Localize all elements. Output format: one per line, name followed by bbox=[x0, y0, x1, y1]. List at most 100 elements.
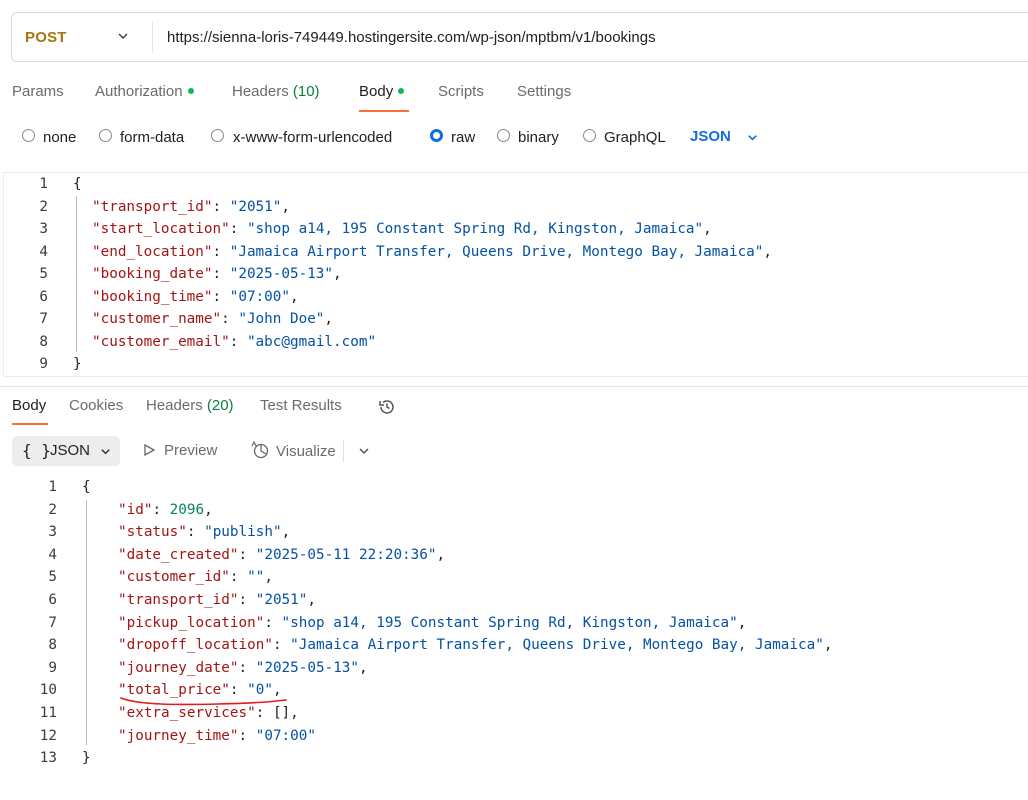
json-value: "2025-05-11 22:20:36" bbox=[255, 546, 437, 563]
response-tab-test-results[interactable]: Test Results bbox=[260, 397, 342, 414]
preview-button[interactable]: Preview bbox=[142, 442, 217, 459]
url-input[interactable]: https://sienna-loris-749449.hostingersit… bbox=[167, 29, 656, 46]
radio-form-data[interactable] bbox=[99, 129, 112, 142]
tab-count: (10) bbox=[292, 83, 320, 100]
tab-label: Body bbox=[359, 83, 394, 100]
url-bar: POST https://sienna-loris-749449.hosting… bbox=[11, 12, 1028, 62]
radio-label-graphql: GraphQL bbox=[604, 129, 666, 146]
line-number: 11 bbox=[39, 705, 57, 721]
json-key: "transport_id" bbox=[118, 592, 239, 608]
chevron-down-icon[interactable] bbox=[116, 29, 130, 43]
radio-none[interactable] bbox=[22, 129, 35, 142]
tab-label: Params bbox=[12, 83, 64, 100]
json-value: "2025-05-13" bbox=[255, 659, 360, 676]
history-icon[interactable] bbox=[376, 396, 398, 418]
code-line: "end_location": "Jamaica Airport Transfe… bbox=[92, 243, 773, 260]
tab-label: Headers bbox=[146, 397, 203, 414]
line-number: 1 bbox=[39, 176, 48, 192]
line-number: 6 bbox=[39, 288, 48, 305]
json-key: "dropoff_location" bbox=[118, 637, 273, 654]
line-number: 8 bbox=[39, 333, 48, 350]
json-key: "transport_id" bbox=[92, 198, 213, 215]
panel-divider[interactable] bbox=[0, 386, 1028, 387]
line-number: 3 bbox=[39, 221, 48, 237]
code-line: { bbox=[82, 479, 91, 495]
radio-raw[interactable] bbox=[430, 129, 443, 142]
status-dot bbox=[398, 88, 405, 95]
json-value: "2051" bbox=[255, 592, 308, 608]
active-tab-indicator bbox=[12, 423, 48, 425]
method-select[interactable]: POST bbox=[25, 29, 67, 46]
toolbar-separator bbox=[343, 440, 344, 462]
status-dot bbox=[187, 88, 194, 95]
code-line: } bbox=[82, 750, 91, 767]
play-icon bbox=[144, 443, 156, 457]
radio-binary[interactable] bbox=[497, 129, 510, 142]
radio-label-binary: binary bbox=[518, 129, 559, 146]
json-value: "John Doe" bbox=[238, 311, 325, 327]
tab-authorization[interactable]: Authorization bbox=[95, 83, 194, 100]
line-number: 2 bbox=[48, 501, 57, 518]
radio-label-none: none bbox=[43, 129, 77, 146]
chevron-down-icon[interactable] bbox=[357, 444, 371, 458]
json-value: "shop a14, 195 Constant Spring Rd, Kings… bbox=[281, 614, 738, 631]
json-value: "shop a14, 195 Constant Spring Rd, Kings… bbox=[246, 221, 704, 237]
tab-label: Headers bbox=[232, 83, 289, 100]
code-line: "journey_date": "2025-05-13", bbox=[118, 659, 368, 676]
radio-graphql[interactable] bbox=[583, 129, 596, 142]
tab-label: Scripts bbox=[438, 83, 484, 100]
visualize-icon bbox=[251, 440, 269, 459]
code-line: } bbox=[73, 356, 82, 372]
code-line: "pickup_location": "shop a14, 195 Consta… bbox=[118, 614, 747, 631]
body-format-select[interactable]: JSON bbox=[690, 128, 757, 145]
json-key: "start_location" bbox=[92, 221, 230, 237]
chevron-down-icon bbox=[101, 449, 110, 455]
visualize-button[interactable]: Visualize bbox=[250, 440, 336, 460]
json-key: "customer_name" bbox=[92, 311, 222, 327]
json-value: "abc@gmail.com" bbox=[246, 333, 377, 350]
tab-body[interactable]: Body bbox=[359, 83, 405, 100]
json-value: 2096 bbox=[169, 501, 205, 518]
line-number: 9 bbox=[48, 659, 57, 676]
response-tab-cookies[interactable]: Cookies bbox=[69, 397, 123, 414]
line-number: 12 bbox=[39, 727, 57, 744]
code-line: "booking_time": "07:00", bbox=[92, 288, 299, 305]
body-format-label: JSON bbox=[690, 128, 731, 145]
code-line: "dropoff_location": "Jamaica Airport Tra… bbox=[118, 637, 833, 654]
tab-label: Authorization bbox=[95, 83, 183, 100]
tab-label: Settings bbox=[517, 83, 572, 100]
response-tab-body[interactable]: Body bbox=[12, 397, 46, 414]
tab-scripts[interactable]: Scripts bbox=[438, 83, 484, 100]
json-value: "2025-05-13" bbox=[229, 266, 334, 282]
json-value: "07:00" bbox=[255, 727, 316, 744]
tab-params[interactable]: Params bbox=[12, 83, 64, 100]
tab-headers[interactable]: Headers (10) bbox=[232, 83, 320, 100]
line-number: 5 bbox=[48, 569, 57, 586]
json-value: "publish" bbox=[204, 524, 282, 541]
code-line: "customer_email": "abc@gmail.com" bbox=[92, 333, 377, 350]
line-number: 1 bbox=[48, 479, 57, 495]
preview-label: Preview bbox=[164, 442, 218, 459]
json-key: "booking_time" bbox=[92, 288, 213, 305]
radio-urlencoded[interactable] bbox=[211, 129, 224, 142]
line-number: 4 bbox=[48, 546, 57, 563]
indent-guide bbox=[76, 196, 77, 352]
radio-label-urlencoded: x-www-form-urlencoded bbox=[233, 129, 393, 146]
tab-settings[interactable]: Settings bbox=[517, 83, 571, 100]
json-value: "" bbox=[247, 569, 265, 586]
json-key: "booking_date" bbox=[92, 266, 213, 282]
json-key: "pickup_location" bbox=[118, 614, 265, 631]
json-value: "07:00" bbox=[229, 288, 290, 305]
json-key: "journey_date" bbox=[118, 659, 239, 676]
line-number: 2 bbox=[39, 198, 48, 215]
response-format-select[interactable]: { } JSON bbox=[12, 436, 120, 466]
body-type-options: none form-data x-www-form-urlencoded raw… bbox=[0, 127, 800, 149]
response-tab-headers[interactable]: Headers (20) bbox=[146, 397, 234, 414]
code-line: "journey_time": "07:00" bbox=[118, 727, 316, 744]
code-line: "status": "publish", bbox=[118, 524, 291, 541]
radio-label-form-data: form-data bbox=[120, 129, 185, 146]
code-line: "transport_id": "2051", bbox=[92, 198, 290, 215]
tab-count: (20) bbox=[206, 397, 234, 414]
line-number: 6 bbox=[48, 592, 57, 608]
code-line: "id": 2096, bbox=[118, 501, 213, 518]
